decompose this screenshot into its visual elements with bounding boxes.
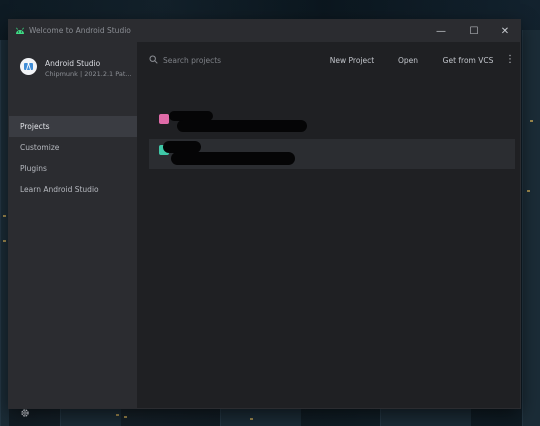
minimize-button[interactable]: — [427,20,455,42]
sidebar-item-projects[interactable]: Projects [9,116,137,137]
project-item[interactable] [149,108,515,138]
new-project-button[interactable]: New Project [325,54,379,68]
search-bar[interactable] [149,52,309,68]
gear-icon[interactable] [20,408,30,418]
brand-version: Chipmunk | 2021.2.1 Pat... [45,70,132,78]
studio-compass-icon [24,62,33,71]
project-item[interactable] [149,139,515,169]
sidebar-item-learn[interactable]: Learn Android Studio [9,179,137,200]
get-from-vcs-button[interactable]: Get from VCS [439,54,497,68]
sidebar-item-plugins[interactable]: Plugins [9,158,137,179]
search-icon [149,55,158,64]
projects-panel: New Project Open Get from VCS ⋮ [137,42,520,408]
project-badge [159,114,169,124]
sidebar-nav: Projects Customize Plugins Learn Android… [9,116,137,200]
welcome-window: Welcome to Android Studio — ☐ ✕ Android … [9,20,520,417]
title-bar[interactable]: Welcome to Android Studio — ☐ ✕ [9,20,520,42]
open-button[interactable]: Open [393,54,423,68]
search-input[interactable] [163,52,303,68]
brand-name: Android Studio [45,59,101,68]
window-title: Welcome to Android Studio [29,26,131,35]
sidebar: Android Studio Chipmunk | 2021.2.1 Pat..… [9,42,137,417]
android-icon [16,27,24,34]
more-options-icon[interactable]: ⋮ [505,53,515,67]
close-button[interactable]: ✕ [491,20,519,42]
redacted-project-path [171,152,295,165]
sidebar-item-customize[interactable]: Customize [9,137,137,158]
android-studio-logo [20,58,37,75]
redacted-project-path [177,120,307,132]
maximize-button[interactable]: ☐ [460,20,488,42]
